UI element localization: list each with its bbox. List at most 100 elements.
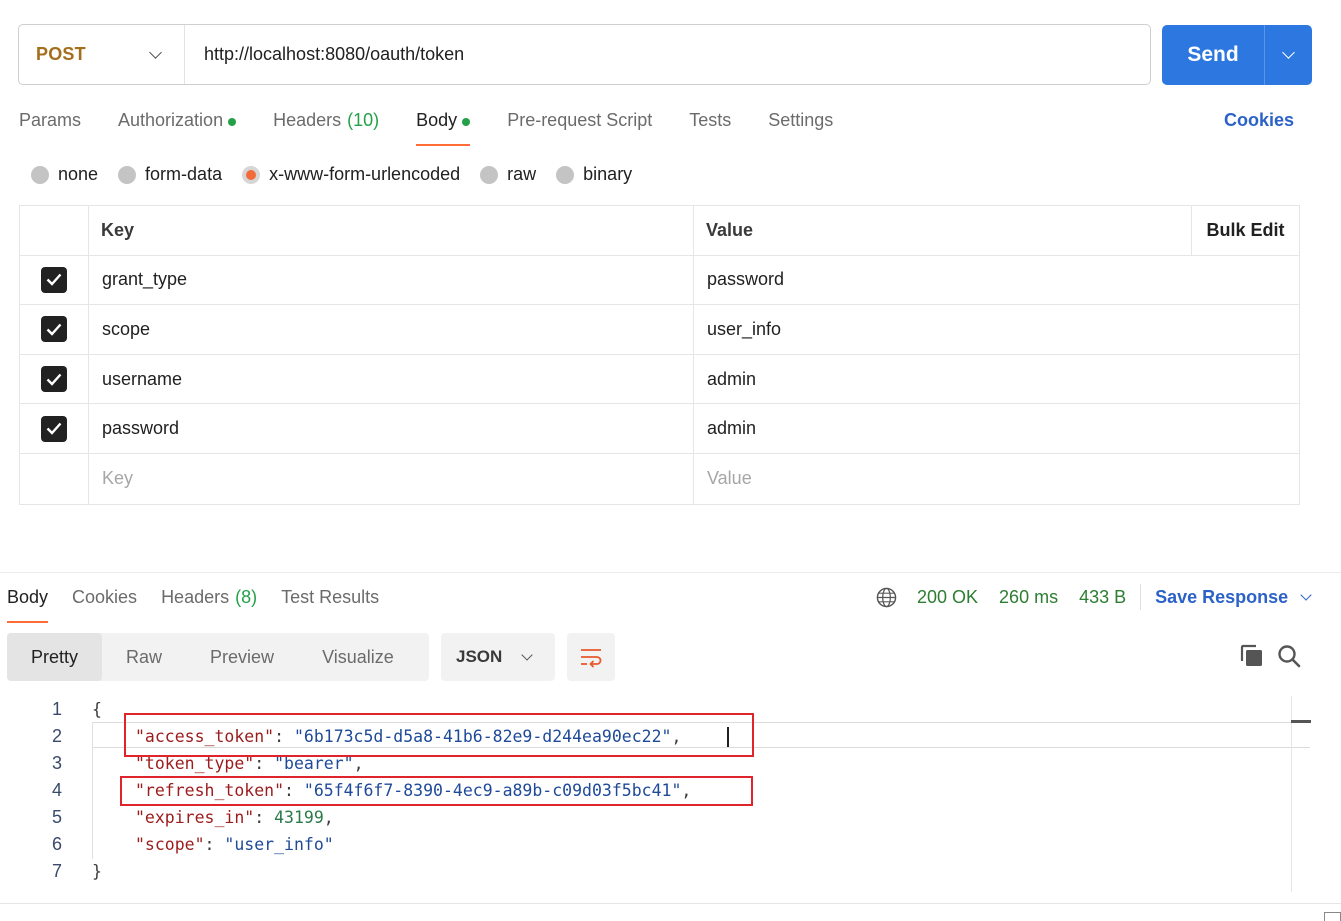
view-pretty-button[interactable]: Pretty	[7, 633, 103, 681]
radio-raw[interactable]: raw	[480, 164, 536, 185]
code-text: "expires_in": 43199,	[135, 808, 334, 827]
check-cell	[20, 255, 89, 305]
copy-icon[interactable]	[1239, 643, 1265, 669]
tab-pre-request-script[interactable]: Pre-request Script	[507, 108, 652, 146]
value-cell[interactable]: admin	[694, 404, 1299, 453]
row-checkbox[interactable]	[41, 415, 67, 442]
tab-params[interactable]: Params	[19, 108, 81, 146]
key-cell[interactable]: scope	[89, 305, 694, 354]
key-cell[interactable]: username	[89, 354, 694, 404]
chevron-down-icon	[149, 45, 162, 59]
bottom-divider	[0, 903, 1341, 904]
check-icon	[46, 373, 62, 386]
json-punct: ,	[323, 808, 334, 827]
new-value-input[interactable]: Value	[694, 454, 1299, 504]
json-punct: :	[204, 835, 225, 854]
value-header: Value	[706, 219, 754, 240]
cookies-link[interactable]: Cookies	[1224, 110, 1294, 131]
line-number: 3	[51, 753, 62, 773]
check-cell	[20, 404, 89, 453]
body-type-radios: none form-data x-www-form-urlencoded raw…	[31, 164, 652, 185]
code-line: 7 }	[0, 858, 1310, 885]
search-icon[interactable]	[1276, 643, 1302, 669]
code-text: "scope": "user_info"	[135, 835, 334, 854]
radio-none[interactable]: none	[31, 164, 98, 185]
response-divider[interactable]	[0, 572, 1341, 573]
check-icon	[46, 422, 62, 435]
new-key-input[interactable]: Key	[89, 453, 694, 504]
request-tabs: Params Authorization Headers (10) Body Pr…	[19, 108, 870, 146]
tab-authorization[interactable]: Authorization	[118, 108, 237, 146]
row-checkbox[interactable]	[41, 366, 67, 393]
line-number: 1	[51, 699, 62, 719]
table-header: Key Value Bulk Edit	[20, 206, 1299, 256]
response-size[interactable]: 433 B	[1079, 587, 1126, 608]
send-button[interactable]: Send	[1162, 25, 1264, 85]
response-time[interactable]: 260 ms	[999, 587, 1058, 608]
json-key: "scope"	[135, 835, 205, 854]
line-number: 2	[51, 726, 62, 746]
line-number: 7	[51, 861, 62, 881]
tab-label: Params	[19, 110, 82, 130]
method-label: POST	[36, 44, 86, 64]
tab-count: (8)	[235, 587, 258, 607]
tab-headers[interactable]: Headers (10)	[273, 108, 379, 146]
row-checkbox[interactable]	[41, 316, 67, 343]
tab-response-headers[interactable]: Headers (8)	[161, 585, 257, 623]
view-preview-button[interactable]: Preview	[186, 633, 298, 681]
divider	[1140, 584, 1142, 610]
value-cell[interactable]: user_info	[694, 305, 1299, 354]
table-row: password admin	[20, 404, 1299, 454]
tab-tests[interactable]: Tests	[689, 108, 731, 146]
table-row: username admin	[20, 354, 1299, 405]
window-corner	[1324, 912, 1341, 921]
value-cell[interactable]: password	[694, 256, 1299, 305]
url-bar: POST	[18, 24, 1151, 85]
check-cell	[20, 453, 89, 504]
key-cell[interactable]: grant_type	[89, 255, 694, 305]
radio-form-data[interactable]: form-data	[118, 164, 222, 185]
view-visualize-button[interactable]: Visualize	[298, 633, 418, 681]
radio-circle-selected	[242, 165, 261, 184]
status-dot	[228, 118, 237, 126]
chevron-down-icon	[1300, 588, 1312, 601]
check-icon	[46, 274, 62, 287]
wrap-lines-icon	[581, 649, 602, 668]
key-cell[interactable]: password	[89, 404, 694, 453]
code-line: 6 "scope": "user_info"	[0, 831, 1310, 858]
check-icon	[46, 323, 62, 336]
line-number: 6	[51, 834, 62, 854]
format-select[interactable]: JSON	[441, 633, 555, 681]
bulk-edit-button[interactable]: Bulk Edit	[1191, 206, 1299, 255]
url-input[interactable]	[185, 25, 1150, 84]
radio-binary[interactable]: binary	[556, 164, 632, 185]
tab-count: (10)	[347, 110, 380, 130]
table-row-new: Key Value	[20, 453, 1299, 504]
method-select[interactable]: POST	[19, 25, 185, 84]
tab-settings[interactable]: Settings	[768, 108, 833, 146]
chevron-down-icon	[1282, 46, 1295, 59]
value-cell[interactable]: admin	[694, 355, 1299, 404]
tab-label: Body	[7, 587, 49, 607]
globe-icon[interactable]	[876, 587, 897, 608]
status-code[interactable]: 200 OK	[917, 587, 978, 608]
row-checkbox[interactable]	[41, 266, 67, 293]
send-options-button[interactable]	[1264, 25, 1312, 85]
tab-test-results[interactable]: Test Results	[281, 585, 379, 623]
tab-label: Cookies	[72, 587, 138, 607]
line-number: 4	[51, 780, 62, 800]
status-dot	[462, 118, 471, 126]
chevron-down-icon	[521, 648, 533, 661]
tab-label: Headers	[273, 110, 342, 130]
radio-x-www-form-urlencoded[interactable]: x-www-form-urlencoded	[242, 164, 460, 185]
line-number: 5	[51, 807, 62, 827]
save-response-button[interactable]: Save Response	[1155, 587, 1312, 608]
view-raw-button[interactable]: Raw	[102, 633, 186, 681]
tab-response-body[interactable]: Body	[7, 585, 49, 623]
wrap-lines-button[interactable]	[567, 633, 615, 681]
check-cell	[20, 305, 89, 354]
response-tabs: Body Cookies Headers (8) Test Results	[7, 585, 403, 623]
table-row: grant_type password	[20, 255, 1299, 306]
tab-body[interactable]: Body	[416, 108, 471, 146]
tab-response-cookies[interactable]: Cookies	[72, 585, 137, 623]
